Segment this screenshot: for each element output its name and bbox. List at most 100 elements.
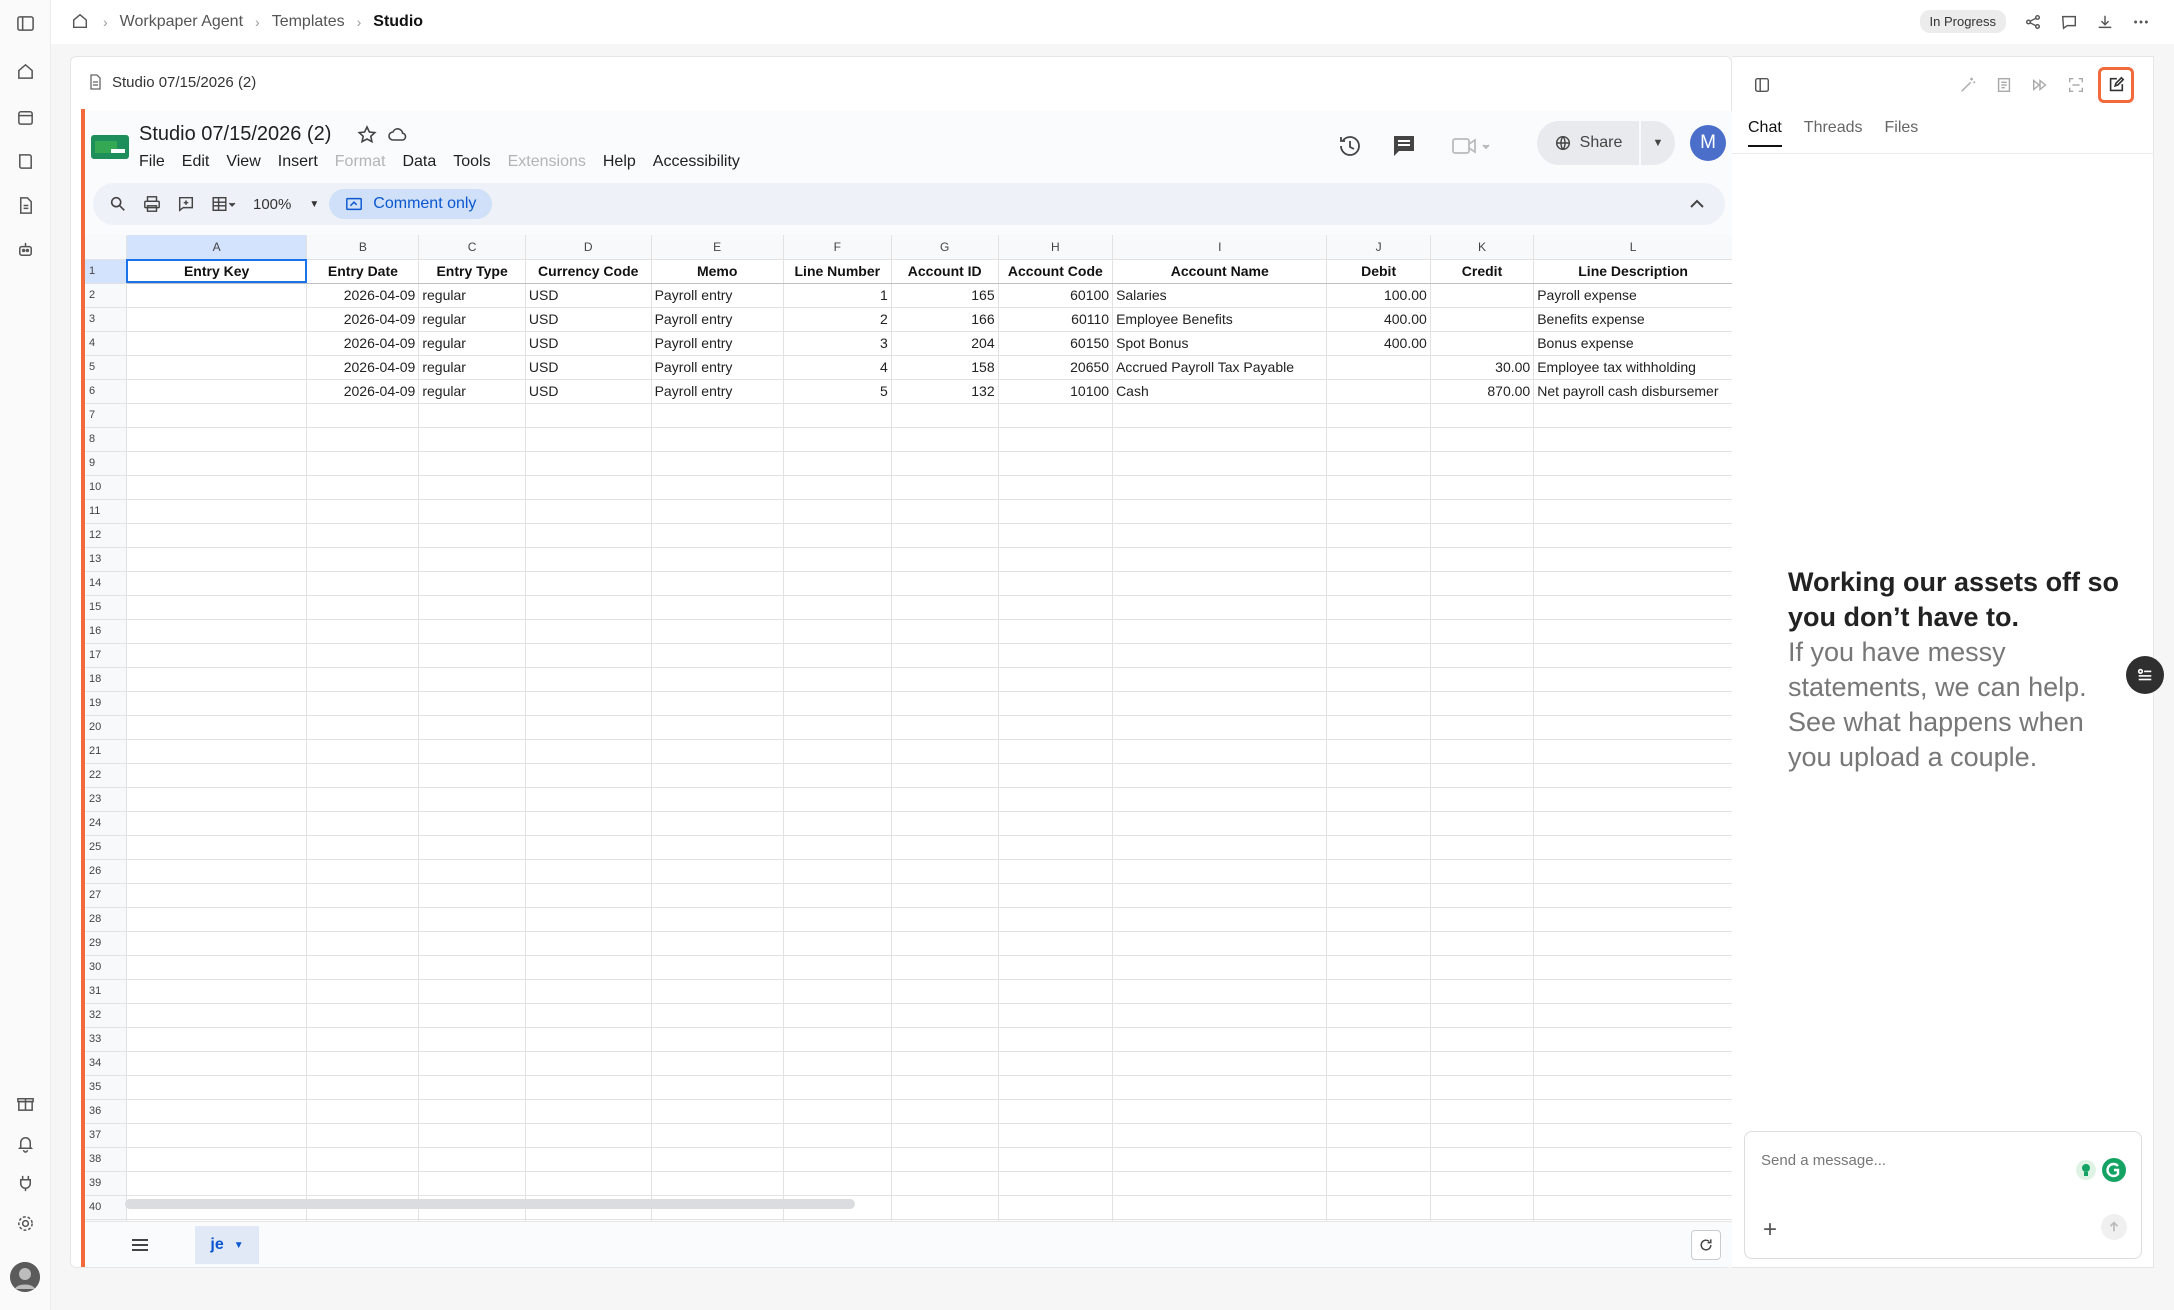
table-cell[interactable] — [1112, 763, 1328, 788]
row-number[interactable]: 37 — [85, 1123, 127, 1148]
table-cell[interactable] — [525, 787, 652, 812]
table-cell[interactable] — [1112, 1075, 1328, 1100]
row-number[interactable]: 39 — [85, 1171, 127, 1196]
table-cell[interactable] — [525, 499, 652, 524]
table-cell[interactable] — [783, 907, 892, 932]
table-cell[interactable]: 2026-04-09 — [306, 379, 420, 404]
table-cell[interactable] — [1430, 811, 1535, 836]
table-cell[interactable] — [418, 523, 526, 548]
table-cell[interactable] — [783, 595, 892, 620]
caret-down-icon[interactable]: ▼ — [234, 1240, 244, 1251]
table-cell[interactable] — [1326, 739, 1431, 764]
table-cell[interactable] — [651, 427, 784, 452]
table-cell[interactable] — [525, 595, 652, 620]
table-cell[interactable]: USD — [525, 379, 652, 404]
table-cell[interactable] — [651, 907, 784, 932]
table-cell[interactable] — [891, 1195, 999, 1220]
plug-icon[interactable] — [12, 1170, 38, 1196]
table-cell[interactable] — [1533, 835, 1733, 860]
table-cell[interactable] — [1430, 763, 1535, 788]
table-cell[interactable] — [1326, 1195, 1431, 1220]
table-cell[interactable] — [1430, 787, 1535, 812]
robot-icon[interactable] — [12, 236, 38, 262]
table-cell[interactable] — [1430, 595, 1535, 620]
column-header[interactable]: A — [126, 235, 308, 260]
table-cell[interactable] — [783, 427, 892, 452]
spreadsheet-table[interactable]: A B C D E F G H I J K L 1 Entry Key Entr… — [85, 235, 1733, 1221]
table-cell[interactable] — [525, 811, 652, 836]
message-input[interactable]: Send a message... — [1761, 1152, 1886, 1169]
column-header[interactable]: B — [306, 235, 420, 260]
table-cell[interactable] — [525, 1027, 652, 1052]
table-cell[interactable] — [1430, 427, 1535, 452]
table-cell[interactable] — [126, 547, 308, 572]
table-cell[interactable] — [1533, 1147, 1733, 1172]
table-cell[interactable] — [418, 403, 526, 428]
table-cell[interactable] — [783, 835, 892, 860]
table-cell[interactable] — [126, 619, 308, 644]
column-header[interactable]: C — [418, 235, 526, 260]
row-number[interactable]: 35 — [85, 1075, 127, 1100]
table-cell[interactable]: 60110 — [998, 307, 1114, 332]
table-cell[interactable]: 166 — [891, 307, 999, 332]
table-cell[interactable] — [1326, 379, 1431, 404]
table-cell[interactable] — [1430, 523, 1535, 548]
table-cell[interactable] — [891, 883, 999, 908]
table-cell[interactable] — [998, 643, 1114, 668]
table-cell[interactable] — [306, 907, 420, 932]
table-cell[interactable] — [1533, 1195, 1733, 1220]
header-cell[interactable]: Credit — [1430, 259, 1535, 284]
comment-icon[interactable] — [2056, 9, 2082, 35]
row-number[interactable]: 17 — [85, 643, 127, 668]
table-cell[interactable] — [418, 1027, 526, 1052]
table-cell[interactable] — [306, 667, 420, 692]
table-cell[interactable] — [418, 643, 526, 668]
table-cell[interactable] — [783, 403, 892, 428]
table-cell[interactable] — [891, 1027, 999, 1052]
table-cell[interactable] — [1112, 739, 1328, 764]
column-header[interactable]: D — [525, 235, 652, 260]
table-cell[interactable] — [891, 499, 999, 524]
row-number[interactable]: 36 — [85, 1099, 127, 1124]
table-cell[interactable] — [418, 595, 526, 620]
table-cell[interactable] — [1430, 955, 1535, 980]
table-cell[interactable] — [1533, 979, 1733, 1004]
table-cell[interactable] — [126, 427, 308, 452]
table-cell[interactable] — [126, 691, 308, 716]
row-number[interactable]: 8 — [85, 427, 127, 452]
table-cell[interactable] — [1430, 643, 1535, 668]
table-cell[interactable] — [1533, 571, 1733, 596]
table-cell[interactable] — [651, 451, 784, 476]
table-cell[interactable] — [306, 547, 420, 572]
new-note-edit-icon[interactable] — [2098, 67, 2134, 103]
table-cell[interactable] — [306, 1075, 420, 1100]
row-number[interactable]: 29 — [85, 931, 127, 956]
table-cell[interactable] — [783, 1147, 892, 1172]
table-cell[interactable] — [525, 955, 652, 980]
table-cell[interactable] — [1533, 787, 1733, 812]
table-cell[interactable]: 5 — [783, 379, 892, 404]
table-cell[interactable]: 2026-04-09 — [306, 283, 420, 308]
table-cell[interactable] — [783, 715, 892, 740]
table-cell[interactable] — [783, 667, 892, 692]
table-cell[interactable] — [126, 523, 308, 548]
row-number[interactable]: 34 — [85, 1051, 127, 1076]
table-cell[interactable] — [651, 403, 784, 428]
table-cell[interactable] — [306, 451, 420, 476]
header-cell[interactable]: Line Number — [783, 259, 892, 284]
table-cell[interactable]: 2 — [783, 307, 892, 332]
table-cell[interactable] — [783, 475, 892, 500]
table-cell[interactable] — [1112, 1147, 1328, 1172]
table-cell[interactable] — [126, 763, 308, 788]
table-cell[interactable] — [525, 979, 652, 1004]
table-cell[interactable] — [998, 979, 1114, 1004]
table-cell[interactable] — [126, 1147, 308, 1172]
row-number[interactable]: 38 — [85, 1147, 127, 1172]
row-number[interactable]: 40 — [85, 1195, 127, 1220]
floating-list-icon[interactable] — [2126, 656, 2164, 694]
table-cell[interactable] — [891, 739, 999, 764]
table-cell[interactable] — [126, 931, 308, 956]
send-arrow-icon[interactable] — [2101, 1214, 2127, 1240]
table-cell[interactable] — [783, 571, 892, 596]
table-cell[interactable] — [998, 931, 1114, 956]
